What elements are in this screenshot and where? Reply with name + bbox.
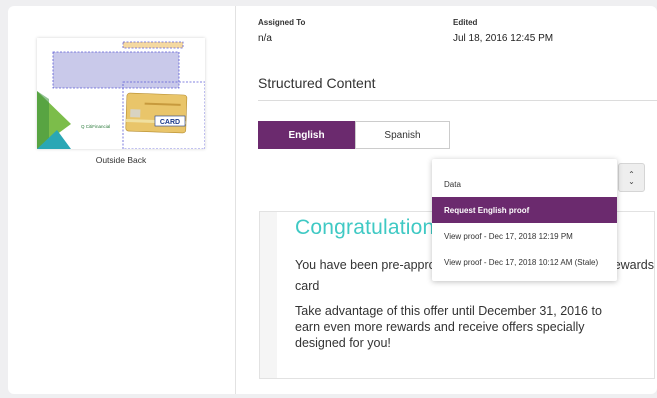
preview-heading: Congratulations!	[295, 216, 452, 239]
section-divider	[258, 100, 657, 101]
thumbnail-caption: Outside Back	[95, 155, 147, 165]
proof-menu: Data Request English proof View proof - …	[432, 159, 617, 281]
menu-item-data[interactable]: Data	[432, 171, 617, 197]
preview-line-2: card	[295, 279, 320, 293]
edited-label: Edited	[453, 18, 478, 27]
svg-text:CARD: CARD	[160, 119, 180, 126]
menu-item-view-proof-2[interactable]: View proof - Dec 17, 2018 10:12 AM (Stal…	[432, 249, 617, 275]
svg-text:Q CitiFinancial: Q CitiFinancial	[81, 124, 110, 129]
proof-dropdown-toggle[interactable]: ⌃ ⌄	[618, 163, 645, 192]
app-window: CARD Q CitiFinancial Outside Back Assign…	[8, 6, 657, 394]
chevron-down-icon: ⌄	[628, 176, 635, 186]
thumbnail-panel: CARD Q CitiFinancial Outside Back	[8, 6, 236, 394]
assigned-to-label: Assigned To	[258, 18, 306, 27]
tab-english[interactable]: English	[258, 121, 355, 149]
tab-spanish[interactable]: Spanish	[355, 121, 450, 149]
edited-value: Jul 18, 2016 12:45 PM	[453, 33, 554, 44]
menu-item-request-english-proof[interactable]: Request English proof	[432, 197, 617, 223]
page-thumbnail[interactable]: CARD Q CitiFinancial	[37, 38, 206, 150]
detail-panel: Assigned To n/a Edited Jul 18, 2016 12:4…	[237, 6, 657, 394]
section-title: Structured Content	[258, 75, 376, 91]
thumbnail-artwork: CARD Q CitiFinancial	[37, 38, 206, 150]
menu-item-view-proof-1[interactable]: View proof - Dec 17, 2018 12:19 PM	[432, 223, 617, 249]
assigned-to-value: n/a	[258, 33, 272, 44]
preview-paragraph: Take advantage of this offer until Decem…	[295, 304, 602, 350]
preview-line-1-tail: ewards	[613, 258, 654, 272]
